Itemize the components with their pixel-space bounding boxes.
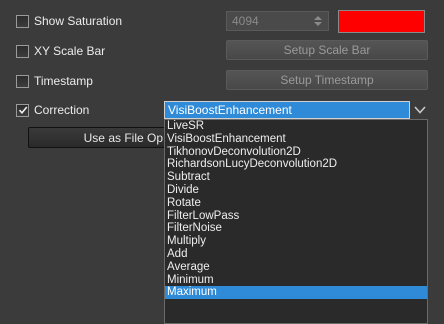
correction-option[interactable]: Maximum <box>165 286 427 300</box>
correction-row[interactable]: Correction <box>16 99 89 121</box>
xy-scale-bar-row[interactable]: XY Scale Bar <box>16 40 105 62</box>
correction-option[interactable]: Add <box>165 248 427 261</box>
correction-label: Correction <box>34 103 90 117</box>
correction-option[interactable]: Divide <box>165 184 427 197</box>
checkmark-icon <box>18 106 27 115</box>
correction-option[interactable]: LiveSR <box>165 120 427 133</box>
correction-option[interactable]: TikhonovDeconvolution2D <box>165 146 427 159</box>
chevron-down-icon[interactable] <box>412 101 428 119</box>
correction-option[interactable]: Minimum <box>165 274 427 287</box>
correction-checkbox[interactable] <box>16 103 29 117</box>
correction-option[interactable]: Subtract <box>165 171 427 184</box>
correction-dropdown[interactable]: VisiBoostEnhancement <box>164 101 410 119</box>
saturation-value: 4094 <box>232 14 259 28</box>
saturation-value-spinbox[interactable]: 4094 <box>226 11 329 31</box>
xy-scale-bar-checkbox[interactable] <box>16 44 29 58</box>
correction-option[interactable]: Rotate <box>165 197 427 210</box>
show-saturation-label: Show Saturation <box>34 14 123 28</box>
correction-option[interactable]: Average <box>165 261 427 274</box>
correction-selected-value: VisiBoostEnhancement <box>168 103 292 117</box>
setup-timestamp-button[interactable]: Setup Timestamp <box>226 70 428 90</box>
use-as-file-button[interactable]: Use as File Op <box>28 127 168 148</box>
timestamp-label: Timestamp <box>34 74 93 88</box>
correction-option[interactable]: FilterLowPass <box>165 210 427 223</box>
correction-option[interactable]: RichardsonLucyDeconvolution2D <box>165 158 427 171</box>
correction-option[interactable]: VisiBoostEnhancement <box>165 133 427 146</box>
setup-scale-bar-button[interactable]: Setup Scale Bar <box>226 40 428 60</box>
timestamp-row[interactable]: Timestamp <box>16 70 93 92</box>
timestamp-checkbox[interactable] <box>16 74 29 88</box>
spin-arrows-icon[interactable] <box>311 14 325 28</box>
correction-option[interactable]: FilterNoise <box>165 222 427 235</box>
saturation-color-swatch[interactable] <box>338 10 425 33</box>
correction-options-list[interactable]: LiveSR VisiBoostEnhancement TikhonovDeconv… <box>164 119 428 324</box>
use-as-file-label: Use as File Op <box>83 130 163 145</box>
xy-scale-bar-label: XY Scale Bar <box>34 44 106 58</box>
show-saturation-checkbox[interactable] <box>16 14 29 28</box>
correction-option[interactable]: Multiply <box>165 235 427 248</box>
settings-panel: Show Saturation 4094 XY Scale Bar Setup … <box>0 0 444 324</box>
show-saturation-row[interactable]: Show Saturation <box>16 10 122 32</box>
